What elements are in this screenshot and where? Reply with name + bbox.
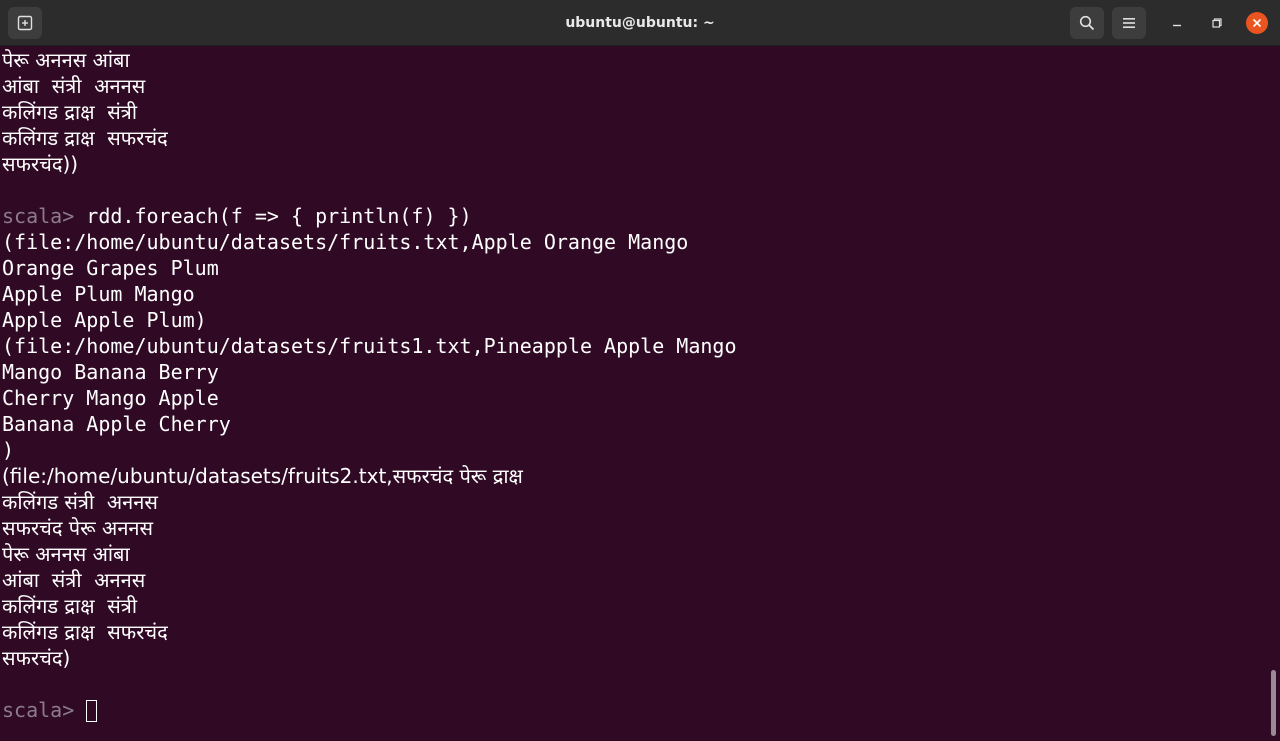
line-text: पेरू अननस आंबा [2, 48, 130, 72]
line-text: (file:/home/ubuntu/datasets/fruits1.txt,… [2, 334, 737, 358]
terminal-output-line: सफरचंद) [2, 645, 70, 671]
line-text: आंबा संत्री अननस [2, 568, 146, 592]
maximize-icon [1212, 18, 1222, 28]
line-text: Banana Apple Cherry [2, 412, 231, 436]
terminal-output-line: पेरू अननस आंबा [2, 47, 130, 73]
terminal-output-line: Cherry Mango Apple [2, 385, 219, 411]
terminal-output-line: आंबा संत्री अननस [2, 73, 145, 99]
menu-button[interactable] [1112, 7, 1146, 39]
terminal-output-line: ) [2, 437, 14, 463]
new-tab-button[interactable] [8, 7, 42, 39]
line-text: सफरचंद पेरू अननस [2, 516, 154, 540]
search-icon [1079, 15, 1095, 31]
close-icon [1252, 18, 1262, 28]
line-text: (file:/home/ubuntu/datasets/fruits2.txt,… [2, 464, 523, 488]
line-text: कलिंगड संत्री अननस [2, 490, 158, 514]
line-text: (file:/home/ubuntu/datasets/fruits.txt,A… [2, 230, 689, 254]
terminal-output-line: कलिंगड द्राक्ष संत्री [2, 99, 137, 125]
hamburger-menu-icon [1123, 18, 1135, 28]
line-text: कलिंगड द्राक्ष संत्री [2, 594, 138, 618]
new-tab-icon [17, 15, 33, 31]
terminal-output-line: (file:/home/ubuntu/datasets/fruits2.txt,… [2, 463, 523, 489]
terminal-output-line: Apple Apple Plum) [2, 307, 207, 333]
terminal-prompt-line: scala> rdd.foreach(f => { println(f) }) [2, 203, 472, 229]
minimize-icon [1173, 24, 1181, 27]
maximize-button[interactable] [1206, 12, 1228, 34]
terminal-output-line: आंबा संत्री अननस [2, 567, 145, 593]
terminal-output-line: (file:/home/ubuntu/datasets/fruits1.txt,… [2, 333, 737, 359]
terminal-output-line: कलिंगड द्राक्ष संत्री [2, 593, 137, 619]
terminal-scrollbar[interactable] [1271, 670, 1276, 736]
close-button[interactable] [1246, 12, 1268, 34]
line-text: rdd.foreach(f => { println(f) }) [86, 204, 472, 228]
scala-prompt: scala> [2, 204, 87, 228]
line-text: आंबा संत्री अननस [2, 74, 146, 98]
line-text: कलिंगड द्राक्ष सफरचंद [2, 126, 168, 150]
terminal-output-line: सफरचंद)) [2, 151, 78, 177]
line-text: Apple Plum Mango [2, 282, 195, 306]
terminal-output-line: पेरू अननस आंबा [2, 541, 130, 567]
minimize-button[interactable] [1166, 12, 1188, 34]
line-text: पेरू अननस आंबा [2, 542, 130, 566]
terminal-output-line: Banana Apple Cherry [2, 411, 231, 437]
line-text: Orange Grapes Plum [2, 256, 219, 280]
terminal-output-line: कलिंगड द्राक्ष सफरचंद [2, 619, 168, 645]
terminal-output-line: सफरचंद पेरू अननस [2, 515, 153, 541]
line-text: कलिंगड द्राक्ष सफरचंद [2, 620, 168, 644]
line-text: Mango Banana Berry [2, 360, 219, 384]
line-text: सफरचंद) [2, 646, 71, 670]
search-button[interactable] [1070, 7, 1104, 39]
line-text: ) [2, 438, 15, 462]
terminal-output-line: (file:/home/ubuntu/datasets/fruits.txt,A… [2, 229, 688, 255]
terminal-output-line: Orange Grapes Plum [2, 255, 219, 281]
terminal-output-line: Mango Banana Berry [2, 359, 219, 385]
line-text: कलिंगड द्राक्ष संत्री [2, 100, 138, 124]
terminal-prompt-line: scala> [2, 697, 98, 723]
terminal-output-line: Apple Plum Mango [2, 281, 195, 307]
title-bar: ubuntu@ubuntu: ~ [0, 0, 1280, 46]
text-cursor [86, 700, 98, 722]
line-text: Cherry Mango Apple [2, 386, 219, 410]
terminal-output-line: कलिंगड संत्री अननस [2, 489, 158, 515]
line-text: Apple Apple Plum) [2, 308, 207, 332]
terminal-output-line: कलिंगड द्राक्ष सफरचंद [2, 125, 168, 151]
terminal-output[interactable]: पेरू अननस आंबा आंबा संत्री अननस कलिंगड द्र… [0, 47, 1266, 741]
line-text: सफरचंद)) [2, 152, 79, 176]
scala-prompt: scala> [2, 698, 87, 722]
